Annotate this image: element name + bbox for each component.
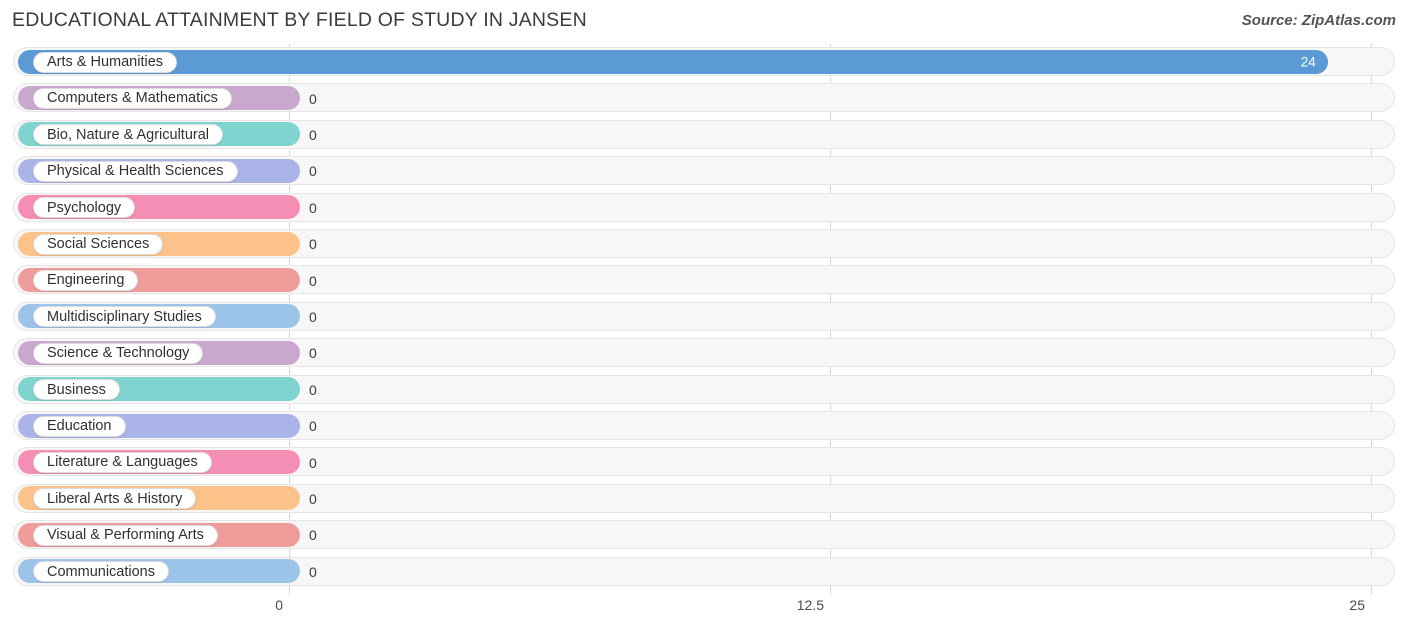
category-label[interactable]: Communications bbox=[33, 561, 169, 583]
bar-value-label: 0 bbox=[309, 490, 317, 507]
bar-value-label: 0 bbox=[309, 199, 317, 216]
table-row: 0 Business bbox=[0, 372, 1406, 408]
table-row: 0 Multidisciplinary Studies bbox=[0, 299, 1406, 335]
x-axis-tick-label: 0 bbox=[275, 597, 283, 613]
x-axis-tick-label: 12.5 bbox=[796, 597, 824, 613]
bar-value-label: 0 bbox=[309, 418, 317, 435]
table-row: 0 Science & Technology bbox=[0, 335, 1406, 371]
bar-value-label: 0 bbox=[309, 163, 317, 180]
table-row: 0 Psychology bbox=[0, 190, 1406, 226]
table-row: 0 Social Sciences bbox=[0, 226, 1406, 262]
table-row: 0 Literature & Languages bbox=[0, 444, 1406, 480]
bar-value-label: 0 bbox=[309, 381, 317, 398]
bar-value-label: 0 bbox=[309, 272, 317, 289]
table-row: 0 Education bbox=[0, 408, 1406, 444]
table-row: 24 Arts & Humanities bbox=[0, 44, 1406, 80]
table-row: 0 Communications bbox=[0, 554, 1406, 590]
category-label[interactable]: Computers & Mathematics bbox=[33, 87, 232, 109]
chart-header: EDUCATIONAL ATTAINMENT BY FIELD OF STUDY… bbox=[0, 0, 1406, 44]
table-row: 0 Bio, Nature & Agricultural bbox=[0, 117, 1406, 153]
x-axis: 0 12.5 25 bbox=[0, 595, 1406, 631]
category-label[interactable]: Engineering bbox=[33, 269, 139, 291]
page-title: EDUCATIONAL ATTAINMENT BY FIELD OF STUDY… bbox=[12, 9, 587, 31]
bar-value-label: 0 bbox=[309, 126, 317, 143]
bar-value-label: 0 bbox=[309, 308, 317, 325]
table-row: 0 Liberal Arts & History bbox=[0, 481, 1406, 517]
bar-value-label: 24 bbox=[1300, 54, 1316, 69]
bar[interactable]: 24 bbox=[18, 49, 1328, 74]
category-label[interactable]: Liberal Arts & History bbox=[33, 488, 197, 510]
source-attribution: Source: ZipAtlas.com bbox=[1241, 12, 1396, 29]
table-row: 0 Computers & Mathematics bbox=[0, 80, 1406, 116]
bar-value-label: 0 bbox=[309, 90, 317, 107]
category-label[interactable]: Psychology bbox=[33, 197, 136, 219]
bar-value-label: 0 bbox=[309, 527, 317, 544]
bar-value-label: 0 bbox=[309, 563, 317, 580]
category-label[interactable]: Physical & Health Sciences bbox=[33, 160, 238, 182]
category-label[interactable]: Multidisciplinary Studies bbox=[33, 306, 216, 328]
category-label[interactable]: Social Sciences bbox=[33, 233, 164, 255]
chart-plot-area: 24 Arts & Humanities 0 Computers & Mathemat… bbox=[0, 44, 1406, 595]
table-row: 0 Visual & Performing Arts bbox=[0, 517, 1406, 553]
bar-value-label: 0 bbox=[309, 345, 317, 362]
bar-value-label: 0 bbox=[309, 454, 317, 471]
bar-value-label: 0 bbox=[309, 236, 317, 253]
category-label[interactable]: Business bbox=[33, 379, 120, 401]
table-row: 0 Physical & Health Sciences bbox=[0, 153, 1406, 189]
category-label[interactable]: Visual & Performing Arts bbox=[33, 524, 218, 546]
category-label[interactable]: Bio, Nature & Agricultural bbox=[33, 124, 223, 146]
category-label[interactable]: Literature & Languages bbox=[33, 451, 212, 473]
category-label[interactable]: Science & Technology bbox=[33, 342, 204, 364]
category-label[interactable]: Arts & Humanities bbox=[33, 51, 178, 73]
x-axis-tick-label: 25 bbox=[1349, 597, 1365, 613]
table-row: 0 Engineering bbox=[0, 262, 1406, 298]
category-label[interactable]: Education bbox=[33, 415, 126, 437]
